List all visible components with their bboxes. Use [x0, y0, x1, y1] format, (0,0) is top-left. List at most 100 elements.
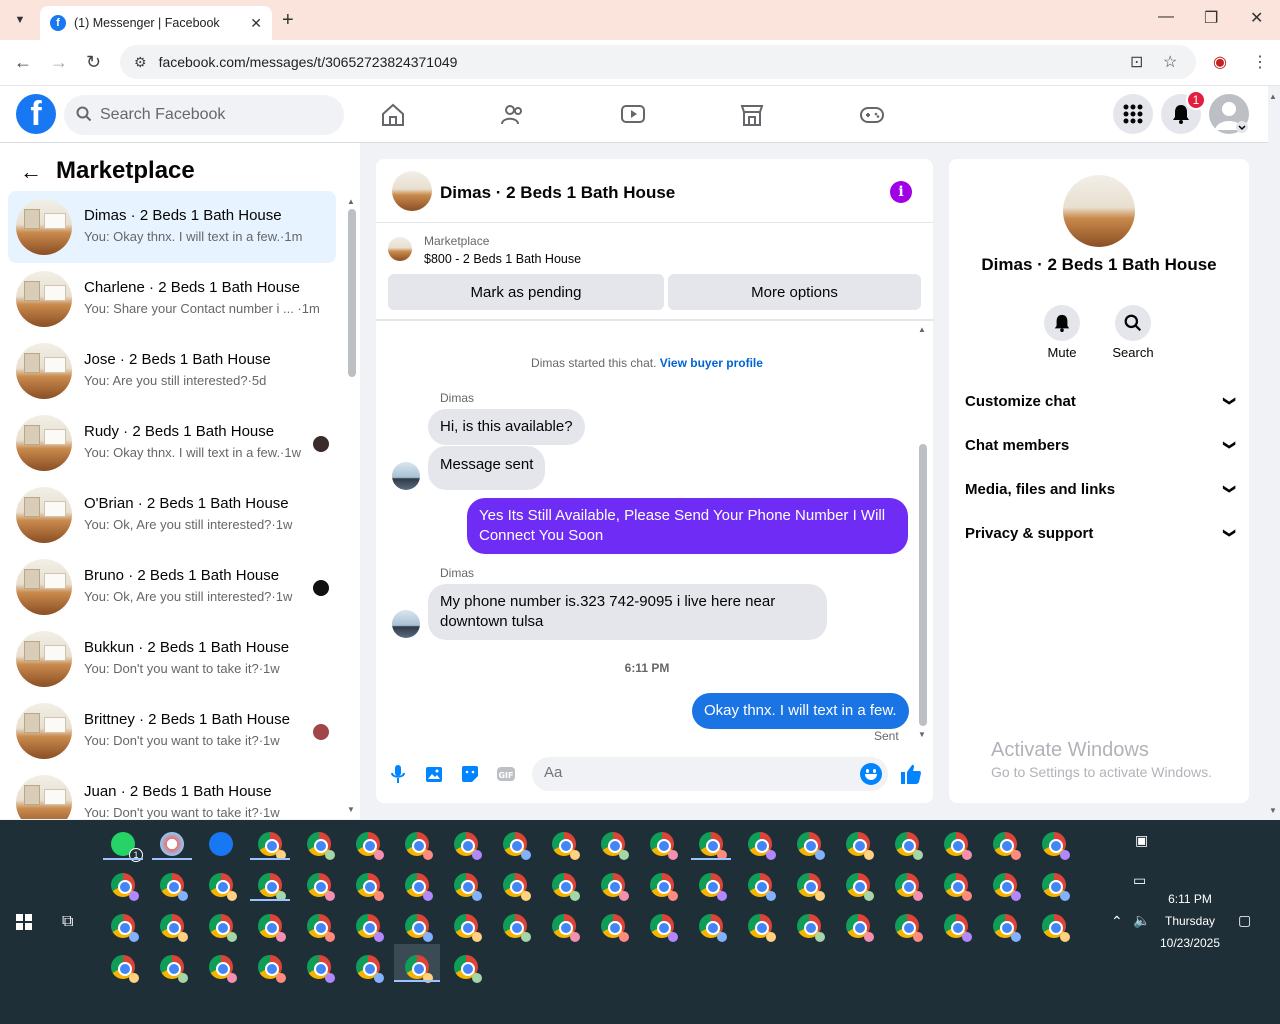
chrome-window-icon[interactable] [797, 832, 825, 860]
media-files-links-row[interactable]: Media, files and links ❯ [965, 475, 1237, 503]
chrome-window-icon[interactable] [1042, 914, 1070, 942]
sticker-icon[interactable] [459, 763, 481, 785]
incoming-message[interactable]: My phone number is.323 742-9095 i live h… [428, 584, 827, 640]
more-options-button[interactable]: More options [668, 274, 921, 310]
marketplace-icon[interactable] [739, 102, 765, 128]
address-url[interactable]: facebook.com/messages/t/3065272382437104… [159, 54, 458, 70]
chrome-window-icon[interactable] [601, 914, 629, 942]
chrome-window-icon[interactable] [1042, 873, 1070, 901]
browser-tab-messenger[interactable]: f (1) Messenger | Facebook ✕ [40, 6, 272, 40]
scroll-up-arrow-icon[interactable]: ▲ [918, 325, 926, 334]
chrome-window-icon[interactable] [111, 955, 139, 983]
chrome-window-icon[interactable] [797, 914, 825, 942]
clock-date[interactable]: 10/23/2025 [1156, 936, 1224, 950]
conversation-scrollbar[interactable] [919, 444, 927, 726]
chrome-window-icon[interactable] [748, 832, 776, 860]
outgoing-message[interactable]: Okay thnx. I will text in a few. [692, 693, 909, 729]
incoming-message[interactable]: Message sent [428, 446, 546, 490]
task-view-icon[interactable]: ⧉ [62, 913, 73, 931]
scroll-up-arrow-icon[interactable]: ▲ [347, 197, 355, 206]
chrome-window-icon[interactable] [454, 914, 482, 942]
listing-title[interactable]: $800 - 2 Beds 1 Bath House [424, 252, 581, 266]
windows-start-icon[interactable] [16, 914, 32, 930]
chrome-window-icon[interactable] [552, 914, 580, 942]
chat-list-item[interactable]: Brittney · 2 Beds 1 Bath House You: Don'… [8, 695, 336, 767]
chrome-window-icon[interactable] [405, 914, 433, 942]
reload-icon[interactable]: ↻ [86, 52, 101, 73]
chrome-window-icon[interactable] [748, 873, 776, 901]
back-arrow-icon[interactable]: ← [14, 52, 32, 73]
page-scroll-up-arrow-icon[interactable]: ▲ [1269, 92, 1277, 101]
clock-day[interactable]: Thursday [1160, 914, 1220, 928]
new-tab-button[interactable]: + [282, 9, 294, 32]
incoming-message[interactable]: Hi, is this available? [428, 409, 585, 445]
details-avatar[interactable] [1063, 175, 1135, 247]
chrome-window-icon[interactable] [601, 873, 629, 901]
friends-icon[interactable] [500, 102, 526, 128]
action-center-icon[interactable]: ▢ [1238, 912, 1251, 929]
chrome-window-icon[interactable] [846, 914, 874, 942]
view-buyer-profile-link[interactable]: View buyer profile [660, 356, 763, 370]
whatsapp-icon[interactable]: 1 [111, 832, 143, 862]
chrome-window-icon[interactable] [160, 873, 188, 901]
network-icon[interactable]: ▭ [1133, 872, 1146, 889]
info-icon[interactable]: i [890, 181, 912, 203]
chrome-window-icon[interactable] [111, 873, 139, 901]
chrome-window-icon[interactable] [699, 832, 727, 860]
chrome-window-icon[interactable] [258, 914, 286, 942]
forward-arrow-icon[interactable]: → [50, 52, 68, 73]
address-bar[interactable]: ⚙ facebook.com/messages/t/30652723824371… [120, 45, 1196, 79]
mute-bell-icon[interactable] [1044, 305, 1080, 341]
chrome-window-icon[interactable] [1042, 832, 1070, 860]
facebook-search[interactable] [64, 95, 344, 135]
chrome-window-icon[interactable] [258, 955, 286, 983]
gaming-icon[interactable] [859, 102, 885, 128]
chrome-window-icon[interactable] [356, 832, 384, 860]
chrome-window-icon[interactable] [993, 873, 1021, 901]
chrome-window-icon[interactable] [601, 832, 629, 860]
chrome-window-icon[interactable] [307, 955, 335, 983]
menu-grid-icon[interactable] [1113, 94, 1153, 134]
back-arrow-icon[interactable]: ← [20, 159, 42, 185]
browser-menu-icon[interactable]: ⋮ [1252, 52, 1268, 72]
message-composer[interactable] [532, 757, 888, 791]
chrome-window-icon[interactable] [503, 914, 531, 942]
gif-icon[interactable]: GIF [495, 763, 517, 785]
page-scroll-down-arrow-icon[interactable]: ▼ [1269, 806, 1277, 815]
microphone-icon[interactable] [387, 763, 409, 785]
customize-chat-row[interactable]: Customize chat ❯ [965, 387, 1237, 415]
listing-thumbnail[interactable] [388, 237, 412, 261]
photo-icon[interactable] [423, 763, 445, 785]
message-input[interactable] [544, 764, 844, 781]
facebook-logo-icon[interactable]: f [16, 94, 56, 134]
account-avatar[interactable] [1209, 94, 1249, 134]
chrome-window-icon[interactable] [454, 955, 482, 983]
site-info-icon[interactable]: ⚙ [134, 54, 147, 71]
chrome-window-icon[interactable] [258, 873, 286, 901]
chrome-window-icon[interactable] [895, 873, 923, 901]
chat-list-item[interactable]: O'Brian · 2 Beds 1 Bath House You: Ok, A… [8, 479, 336, 551]
facebook-app-icon[interactable] [209, 832, 233, 856]
chrome-window-icon[interactable] [993, 832, 1021, 860]
chrome-window-icon[interactable] [454, 832, 482, 860]
chat-list-item[interactable]: Jose · 2 Beds 1 Bath House You: Are you … [8, 335, 336, 407]
close-window-button[interactable]: ✕ [1250, 8, 1263, 28]
tab-search-chevron-icon[interactable]: ▼ [8, 8, 32, 32]
scroll-down-arrow-icon[interactable]: ▼ [918, 730, 926, 739]
chrome-window-icon[interactable] [797, 873, 825, 901]
home-icon[interactable] [380, 102, 406, 128]
chrome-window-icon[interactable] [307, 832, 335, 860]
chrome-window-icon[interactable] [650, 914, 678, 942]
chrome-window-icon[interactable] [111, 914, 139, 942]
thumbs-up-icon[interactable] [899, 762, 923, 786]
chrome-window-icon[interactable] [748, 914, 776, 942]
chrome-window-icon[interactable] [699, 873, 727, 901]
chrome-window-icon[interactable] [944, 914, 972, 942]
chrome-window-icon[interactable] [650, 873, 678, 901]
chrome-window-icon[interactable] [650, 832, 678, 860]
chrome-window-icon[interactable] [356, 955, 384, 983]
meet-now-icon[interactable]: ▣ [1135, 832, 1148, 849]
minimize-window-button[interactable]: — [1158, 8, 1174, 26]
buyer-avatar[interactable] [392, 610, 420, 638]
conversation-avatar[interactable] [392, 171, 432, 211]
